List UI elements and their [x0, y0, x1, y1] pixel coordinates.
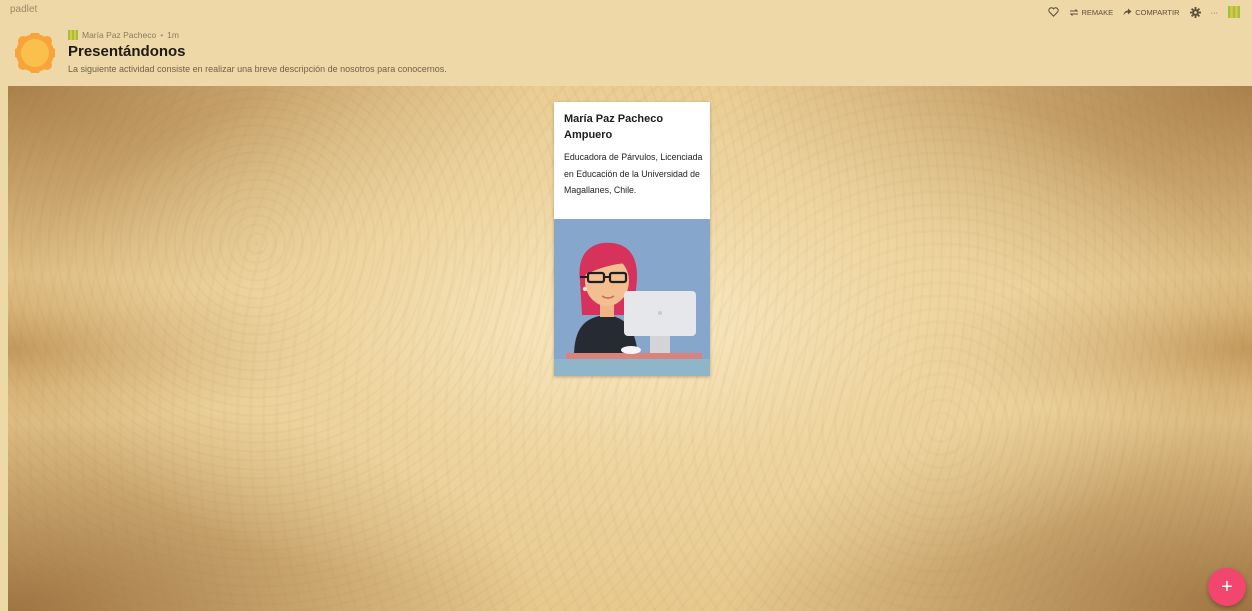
add-post-button[interactable]: + — [1208, 568, 1246, 606]
page-title: Presentándonos — [68, 43, 186, 60]
share-arrow-icon — [1123, 8, 1132, 16]
sun-avatar-icon[interactable] — [15, 33, 55, 73]
meta-separator: • — [160, 30, 164, 40]
more-icon: ··· — [1210, 7, 1219, 17]
like-button[interactable] — [1047, 7, 1059, 17]
share-label: COMPARTIR — [1135, 7, 1180, 17]
share-button[interactable]: COMPARTIR — [1123, 7, 1180, 17]
remake-label: REMAKE — [1081, 7, 1114, 17]
post-title: María Paz Pacheco Ampuero — [564, 113, 664, 141]
post-card[interactable]: María Paz Pacheco Ampuero Educadora de P… — [554, 102, 710, 376]
heart-icon — [1047, 7, 1059, 17]
author-name[interactable]: María Paz Pacheco — [82, 30, 156, 40]
page-description: La siguiente actividad consiste en reali… — [68, 64, 447, 74]
settings-button[interactable] — [1189, 6, 1201, 18]
woman-at-computer-illustration[interactable] — [554, 219, 710, 376]
more-options-button[interactable]: ··· — [1211, 8, 1219, 17]
board-header: padlet María Paz Pacheco • 1m Presentánd… — [0, 0, 1252, 86]
author-avatar-icon — [68, 30, 78, 40]
padlet-logo[interactable]: padlet — [10, 4, 37, 15]
post-body: Educadora de Párvulos, Licenciada en Edu… — [564, 152, 703, 195]
time-ago: 1m — [167, 30, 179, 40]
gear-icon — [1189, 6, 1201, 18]
remake-button[interactable]: REMAKE — [1069, 7, 1114, 17]
remake-icon — [1069, 8, 1078, 16]
user-avatar-icon — [1228, 6, 1240, 18]
user-account-button[interactable] — [1228, 6, 1240, 18]
post-meta: María Paz Pacheco • 1m — [68, 30, 179, 40]
header-toolbar: REMAKE COMPARTIR ··· — [1047, 5, 1240, 19]
